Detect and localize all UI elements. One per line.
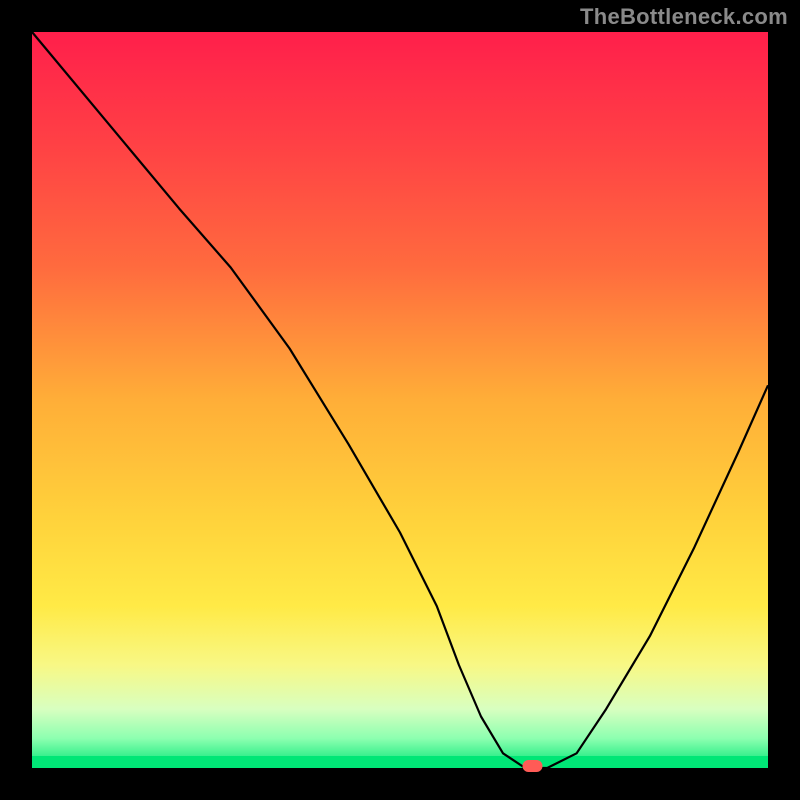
chart-frame: TheBottleneck.com [0,0,800,800]
watermark-label: TheBottleneck.com [580,4,788,30]
bottleneck-chart-svg [0,0,800,800]
plot-area [32,32,768,768]
optimum-marker [523,760,543,772]
baseline-band [32,756,768,768]
